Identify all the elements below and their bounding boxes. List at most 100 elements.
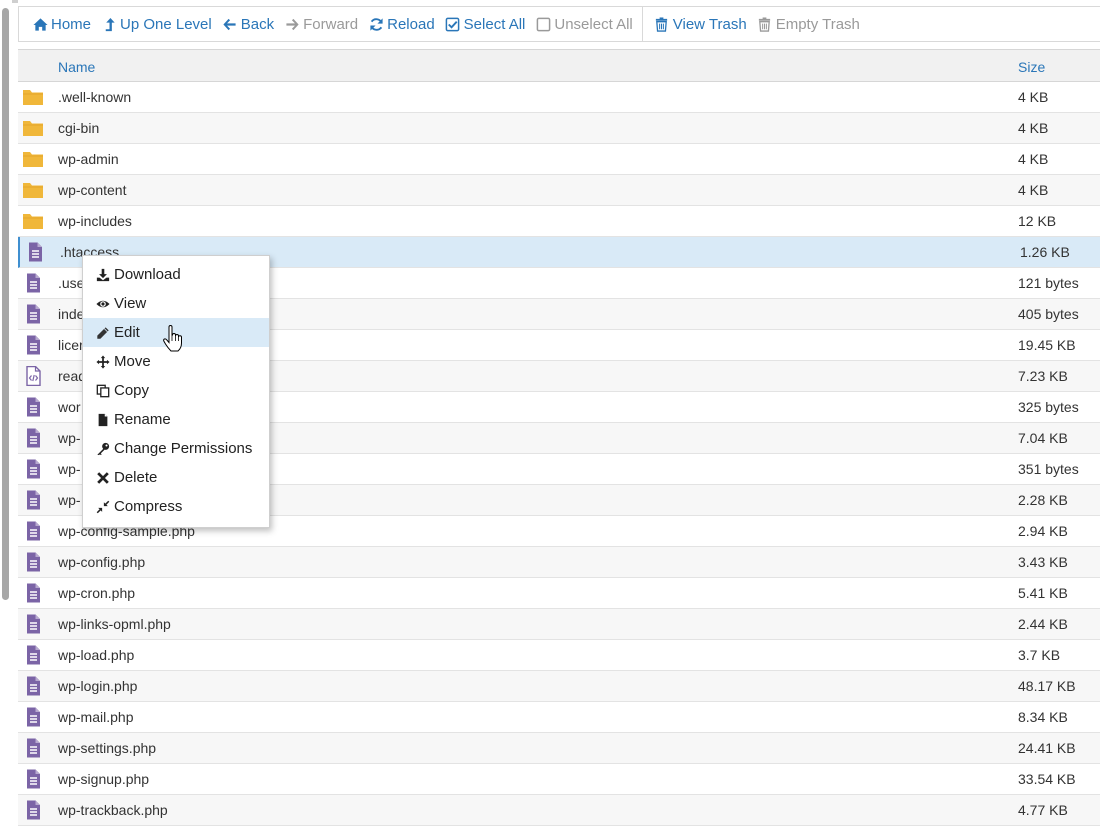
file-name[interactable]: wp-content xyxy=(58,182,126,198)
table-row[interactable]: wp-content 4 KB xyxy=(18,175,1100,206)
file-size: 4.77 KB xyxy=(1018,802,1068,818)
pencil-icon xyxy=(95,325,111,341)
file-size: 351 bytes xyxy=(1018,461,1079,477)
arrow-left-icon xyxy=(222,16,238,32)
file-name[interactable]: .use xyxy=(58,275,84,291)
text-file-icon xyxy=(22,769,44,789)
folder-icon xyxy=(22,211,44,231)
file-size: 3.43 KB xyxy=(1018,554,1068,570)
table-row[interactable]: cgi-bin 4 KB xyxy=(18,113,1100,144)
file-icon xyxy=(95,412,111,428)
folder-icon xyxy=(22,118,44,138)
table-row[interactable]: wp-load.php 3.7 KB xyxy=(18,640,1100,671)
menu-item-download[interactable]: Download xyxy=(83,260,269,289)
text-file-icon xyxy=(22,645,44,665)
file-name[interactable]: wp-load.php xyxy=(58,647,134,663)
file-name[interactable]: wp-signup.php xyxy=(58,771,149,787)
file-name[interactable]: wp-admin xyxy=(58,151,119,167)
text-file-icon xyxy=(22,304,44,324)
table-row[interactable]: wp-trackback.php 4.77 KB xyxy=(18,795,1100,826)
text-file-icon xyxy=(22,273,44,293)
trash-icon xyxy=(654,16,670,32)
table-row[interactable]: wp-includes 12 KB xyxy=(18,206,1100,237)
table-row[interactable]: .well-known 4 KB xyxy=(18,82,1100,113)
file-name[interactable]: wp-config.php xyxy=(58,554,145,570)
file-size: 4 KB xyxy=(1018,151,1049,167)
key-icon xyxy=(95,441,111,457)
table-row[interactable]: wp-config.php 3.43 KB xyxy=(18,547,1100,578)
unselect-all-label: Unselect All xyxy=(554,15,633,33)
home-label: Home xyxy=(51,15,92,33)
file-size: 2.94 KB xyxy=(1018,523,1068,539)
menu-item-copy[interactable]: Copy xyxy=(83,376,269,405)
file-name[interactable]: wp-includes xyxy=(58,213,132,229)
table-row[interactable]: wp-signup.php 33.54 KB xyxy=(18,764,1100,795)
file-name[interactable]: wp-login.php xyxy=(58,678,137,694)
file-name[interactable]: licer xyxy=(58,337,84,353)
home-icon xyxy=(32,16,48,32)
menu-item-label: Rename xyxy=(114,411,171,428)
column-header-size[interactable]: Size xyxy=(1018,59,1045,75)
file-name[interactable]: wp-cron.php xyxy=(58,585,135,601)
text-file-icon xyxy=(22,738,44,758)
reload-label: Reload xyxy=(387,15,435,33)
text-file-icon xyxy=(22,521,44,541)
file-name[interactable]: wp- xyxy=(58,492,81,508)
file-size: 19.45 KB xyxy=(1018,337,1076,353)
file-size: 325 bytes xyxy=(1018,399,1079,415)
file-name[interactable]: wp- xyxy=(58,430,81,446)
file-name[interactable]: inde xyxy=(58,306,84,322)
home-button[interactable]: Home xyxy=(27,7,96,41)
hand-cursor-icon xyxy=(163,324,183,353)
table-row[interactable]: wp-links-opml.php 2.44 KB xyxy=(18,609,1100,640)
file-name[interactable]: cgi-bin xyxy=(58,120,99,136)
text-file-icon xyxy=(22,800,44,820)
file-name[interactable]: wp-mail.php xyxy=(58,709,133,725)
code-file-icon xyxy=(22,365,44,387)
file-name[interactable]: wp-settings.php xyxy=(58,740,156,756)
scrollbar-thumb[interactable] xyxy=(2,8,9,600)
menu-item-label: Download xyxy=(114,266,181,283)
table-row[interactable]: wp-cron.php 5.41 KB xyxy=(18,578,1100,609)
unselect-all-button[interactable]: Unselect All xyxy=(530,7,637,41)
file-name[interactable]: wp- xyxy=(58,461,81,477)
file-size: 5.41 KB xyxy=(1018,585,1068,601)
file-size: 48.17 KB xyxy=(1018,678,1076,694)
text-file-icon xyxy=(22,614,44,634)
table-row[interactable]: wp-admin 4 KB xyxy=(18,144,1100,175)
level-up-icon xyxy=(101,16,117,32)
view-trash-button[interactable]: View Trash xyxy=(649,7,752,41)
menu-item-delete[interactable]: Delete xyxy=(83,463,269,492)
file-name[interactable]: wp-trackback.php xyxy=(58,802,168,818)
menu-item-rename[interactable]: Rename xyxy=(83,405,269,434)
menu-item-change-permissions[interactable]: Change Permissions xyxy=(83,434,269,463)
text-file-icon xyxy=(22,428,44,448)
menu-item-label: Compress xyxy=(114,498,183,515)
file-name[interactable]: .well-known xyxy=(58,89,131,105)
file-size: 3.7 KB xyxy=(1018,647,1061,663)
file-size: 4 KB xyxy=(1018,89,1049,105)
file-size: 121 bytes xyxy=(1018,275,1079,291)
file-name[interactable]: wor xyxy=(58,399,81,415)
text-file-icon xyxy=(22,490,44,510)
table-row[interactable]: wp-mail.php 8.34 KB xyxy=(18,702,1100,733)
table-row[interactable]: wp-login.php 48.17 KB xyxy=(18,671,1100,702)
reload-button[interactable]: Reload xyxy=(363,7,440,41)
column-header-name[interactable]: Name xyxy=(58,59,95,75)
up-one-level-button[interactable]: Up One Level xyxy=(96,7,217,41)
text-file-icon xyxy=(24,242,46,262)
file-size: 4 KB xyxy=(1018,120,1049,136)
file-size: 33.54 KB xyxy=(1018,771,1076,787)
menu-item-compress[interactable]: Compress xyxy=(83,492,269,521)
menu-item-label: Move xyxy=(114,353,151,370)
select-all-button[interactable]: Select All xyxy=(440,7,531,41)
file-name[interactable]: wp-links-opml.php xyxy=(58,616,171,632)
move-icon xyxy=(95,354,111,370)
table-row[interactable]: wp-settings.php 24.41 KB xyxy=(18,733,1100,764)
file-size: 7.04 KB xyxy=(1018,430,1068,446)
vertical-scrollbar[interactable] xyxy=(0,0,12,825)
empty-trash-button[interactable]: Empty Trash xyxy=(752,7,865,41)
forward-button[interactable]: Forward xyxy=(279,7,363,41)
back-button[interactable]: Back xyxy=(217,7,279,41)
menu-item-view[interactable]: View xyxy=(83,289,269,318)
